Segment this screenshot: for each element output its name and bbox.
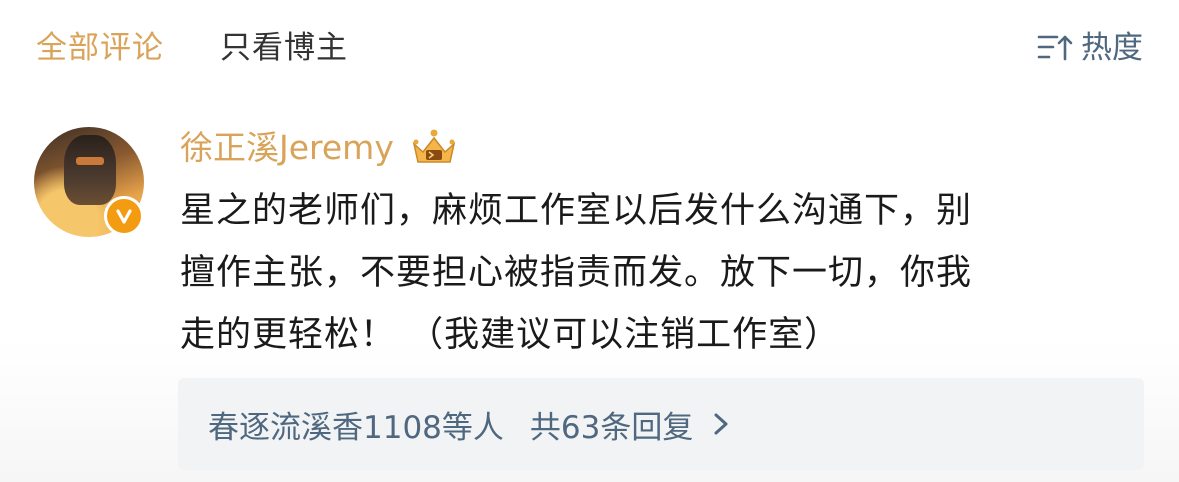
comment-line: 星之的老师们，麻烦工作室以后发什么沟通下，别 xyxy=(180,191,973,231)
crown-badge-icon xyxy=(412,129,456,163)
comment-header: 徐正溪Jeremy xyxy=(180,124,460,172)
comment-line: 擅作主张，不要担心被指责而发。放下一切，你我 xyxy=(180,253,973,293)
tab-all-comments[interactable]: 全部评论 xyxy=(36,22,164,74)
sort-label: 热度 xyxy=(1081,30,1143,66)
comment-text: 星之的老师们，麻烦工作室以后发什么沟通下，别 擅作主张，不要担心被指责而发。放下… xyxy=(180,180,1130,366)
username-link[interactable]: 徐正溪Jeremy xyxy=(180,124,394,172)
reply-count: 共63条回复 xyxy=(529,409,694,446)
reply-likers: 春逐流溪香1108等人 xyxy=(208,409,504,446)
comment-screen: 全部评论 只看博主 热度 徐正溪Jeremy 星之的老师们，麻烦工作室以后发什么… xyxy=(0,0,1179,482)
comment-line: 走的更轻松！ （我建议可以注销工作室） xyxy=(180,315,841,355)
avatar-figure xyxy=(64,135,116,205)
view-replies-button[interactable]: 春逐流溪香1108等人 共63条回复 xyxy=(178,378,1144,470)
comment-tabs: 全部评论 只看博主 xyxy=(36,22,348,74)
verified-badge-icon xyxy=(104,196,144,236)
sort-by-hot-button[interactable]: 热度 xyxy=(1037,22,1143,74)
chevron-right-icon xyxy=(714,413,728,435)
sort-icon xyxy=(1037,35,1073,61)
tab-author-only[interactable]: 只看博主 xyxy=(220,22,348,74)
